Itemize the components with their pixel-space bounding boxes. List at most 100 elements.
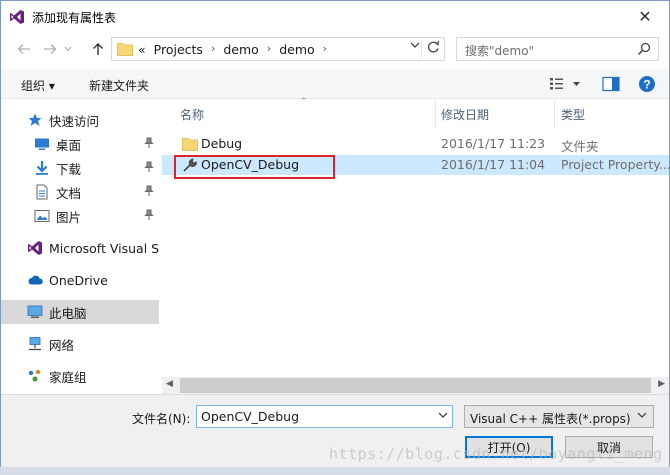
dialog-window: 添加现有属性表 ✕ « Projects › demo › demo › 搜索"…	[0, 0, 670, 475]
picture-icon	[34, 210, 50, 222]
watermark: https://blog.csdn.net/boyangli_meng	[329, 445, 663, 463]
file-name: OpenCV_Debug	[201, 157, 300, 172]
close-button[interactable]: ✕	[625, 1, 665, 31]
preview-pane-icon	[602, 76, 620, 92]
help-button[interactable]: ?	[638, 75, 656, 93]
breadcrumb-separator[interactable]: ›	[323, 42, 327, 57]
file-date: 2016/1/17 11:23	[441, 136, 546, 151]
homegroup-icon	[28, 369, 41, 382]
breadcrumb-demo-parent[interactable]: demo	[223, 42, 258, 57]
refresh-button[interactable]	[427, 40, 440, 58]
file-date: 2016/1/17 11:04	[441, 157, 546, 172]
sidebar-item-label: 此电脑	[49, 305, 87, 321]
visual-studio-icon	[28, 241, 42, 255]
filetype-select[interactable]: Visual C++ 属性表(*.props)	[464, 405, 654, 428]
chevron-down-icon	[637, 411, 647, 422]
scroll-left-icon[interactable]: ◀	[166, 379, 173, 389]
network-icon	[29, 337, 41, 351]
chevron-down-icon	[438, 412, 448, 418]
search-icon	[637, 42, 651, 56]
download-icon	[36, 161, 48, 175]
preview-pane-button[interactable]	[602, 76, 620, 92]
sidebar-item-onedrive[interactable]: OneDrive	[1, 268, 159, 292]
breadcrumb-projects[interactable]: Projects	[154, 42, 203, 57]
arrow-right-icon	[44, 44, 57, 54]
pin-icon[interactable]	[143, 161, 155, 173]
sidebar-item-label: OneDrive	[49, 272, 108, 288]
sidebar-item-label: 家庭组	[49, 369, 87, 385]
arrow-up-icon	[93, 43, 103, 55]
column-header-label: 修改日期	[441, 107, 490, 122]
sidebar-item-documents[interactable]: 文档	[1, 180, 159, 204]
sidebar-item-homegroup[interactable]: 家庭组	[1, 364, 159, 388]
column-header-label: 类型	[561, 107, 586, 122]
organize-button[interactable]: 组织 ▾	[21, 77, 55, 94]
breadcrumb-overflow[interactable]: «	[138, 42, 146, 57]
back-button[interactable]	[13, 39, 35, 59]
filetype-value: Visual C++ 属性表(*.props)	[470, 412, 631, 426]
background-strip	[0, 467, 670, 475]
desktop-icon	[35, 138, 49, 150]
chevron-down-icon	[410, 42, 420, 48]
horizontal-scrollbar[interactable]: ◀ ▶	[162, 377, 669, 394]
filename-input[interactable]	[196, 405, 453, 428]
file-type: 文件夹	[561, 139, 599, 154]
sidebar-item-quick-access[interactable]: 快速访问	[1, 108, 159, 132]
column-header-label: 名称	[180, 107, 205, 122]
sidebar-item-visual-studio[interactable]: Microsoft Visual Stu	[1, 236, 159, 260]
scrollbar-thumb[interactable]	[180, 378, 651, 393]
breadcrumb-demo[interactable]: demo	[279, 42, 314, 57]
change-view-button[interactable]	[549, 76, 587, 92]
sidebar-item-label: 桌面	[56, 137, 82, 153]
sidebar-item-downloads[interactable]: 下载	[1, 156, 159, 180]
filename-dropdown[interactable]	[438, 411, 448, 422]
table-row[interactable]: Debug 2016/1/17 11:23 文件夹	[162, 134, 669, 154]
sidebar-item-label: 快速访问	[49, 113, 100, 129]
recent-locations-button[interactable]	[61, 39, 75, 59]
folder-icon	[117, 43, 133, 56]
address-divider	[421, 40, 422, 58]
sidebar-item-label: 下载	[56, 161, 82, 177]
sidebar-item-network[interactable]: 网络	[1, 332, 159, 356]
up-button[interactable]	[87, 39, 109, 59]
column-header-date[interactable]: 修改日期	[423, 100, 543, 128]
close-icon: ✕	[638, 6, 652, 26]
svg-text:?: ?	[643, 78, 650, 92]
document-icon	[36, 184, 48, 200]
cloud-icon	[28, 275, 43, 285]
help-icon: ?	[639, 76, 655, 92]
column-header-name[interactable]: 名称	[162, 100, 435, 128]
sidebar-item-label: 网络	[49, 337, 75, 353]
chevron-down-icon	[64, 46, 72, 52]
command-toolbar: 组织 ▾ 新建文件夹 ?	[1, 69, 669, 99]
breadcrumb-separator[interactable]: ›	[211, 42, 215, 57]
folder-icon	[182, 138, 198, 151]
sidebar-item-label: Microsoft Visual Stu	[49, 240, 159, 256]
sidebar-item-label: 文档	[56, 185, 82, 201]
file-list: ⌃ 名称 修改日期 类型 Debug 2016/1/17 11:23 文件夹 O…	[162, 97, 669, 378]
refresh-icon	[427, 40, 440, 53]
breadcrumb-separator[interactable]: ›	[267, 42, 271, 57]
scroll-right-icon[interactable]: ▶	[658, 379, 665, 389]
pin-icon[interactable]	[143, 209, 155, 221]
new-folder-button[interactable]: 新建文件夹	[89, 77, 149, 94]
filename-label: 文件名(N):	[132, 412, 191, 426]
table-row[interactable]: OpenCV_Debug 2016/1/17 11:04 Project Pro…	[162, 155, 669, 175]
window-title: 添加现有属性表	[32, 11, 117, 25]
forward-button[interactable]	[39, 39, 61, 59]
sidebar-item-pictures[interactable]: 图片	[1, 204, 159, 228]
navigation-pane: 快速访问 桌面 下载 文档 图片 Microsoft Visual Stu	[1, 100, 161, 392]
column-header-type[interactable]: 类型	[543, 100, 669, 128]
pin-icon[interactable]	[143, 137, 155, 149]
search-input[interactable]: 搜索"demo"	[456, 37, 659, 61]
address-bar[interactable]: « Projects › demo › demo ›	[111, 37, 445, 61]
wrench-icon	[183, 158, 197, 172]
breadcrumb: « Projects › demo › demo ›	[138, 42, 335, 57]
sidebar-item-this-pc[interactable]: 此电脑	[1, 300, 159, 324]
view-list-icon	[550, 78, 580, 90]
file-type: Project Property...	[561, 157, 669, 172]
pin-icon[interactable]	[143, 185, 155, 197]
address-history-dropdown[interactable]	[410, 41, 420, 52]
sidebar-item-desktop[interactable]: 桌面	[1, 132, 159, 156]
visual-studio-icon	[10, 10, 24, 24]
